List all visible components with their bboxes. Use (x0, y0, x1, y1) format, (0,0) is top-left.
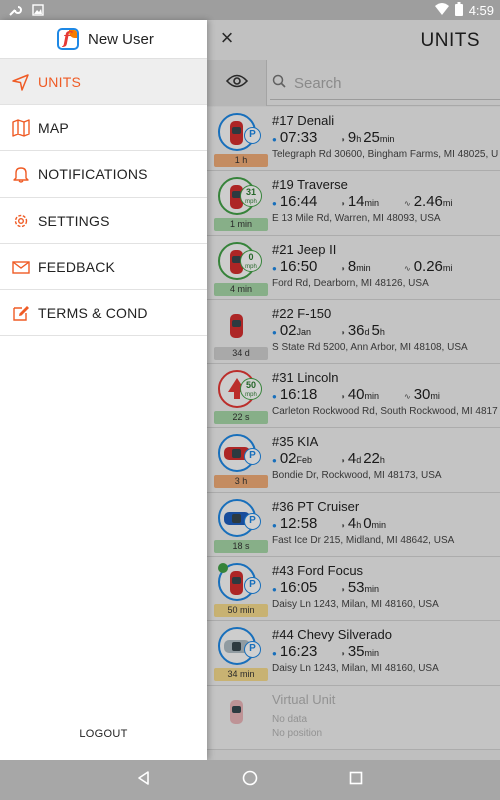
menu-item-settings[interactable]: SETTINGS (0, 198, 207, 244)
navigation-arrow-icon (12, 73, 30, 91)
app-logo: f (57, 28, 79, 50)
menu-item-label: NOTIFICATIONS (38, 166, 148, 183)
menu-item-terms[interactable]: TERMS & COND (0, 290, 207, 337)
navigation-drawer: f New User UNITS MAP NOTIFICATIONS SETTI… (0, 20, 207, 760)
home-button[interactable] (240, 770, 260, 790)
menu-item-feedback[interactable]: FEEDBACK (0, 244, 207, 290)
drawer-header: f New User (0, 20, 207, 59)
logout-button[interactable]: LOGOUT (0, 728, 207, 740)
battery-icon (454, 2, 463, 19)
recents-button[interactable] (346, 770, 366, 790)
edit-document-icon (12, 304, 30, 322)
menu-item-units[interactable]: UNITS (0, 59, 207, 106)
recents-square-icon (348, 770, 364, 791)
menu-item-notifications[interactable]: NOTIFICATIONS (0, 151, 207, 198)
menu-item-label: SETTINGS (38, 212, 110, 229)
envelope-icon (12, 258, 30, 276)
gear-icon (12, 212, 30, 230)
map-icon (12, 119, 30, 137)
drawer-scrim[interactable] (207, 20, 500, 760)
menu-item-label: TERMS & COND (38, 304, 148, 321)
home-circle-icon (242, 770, 258, 791)
drawer-menu: UNITS MAP NOTIFICATIONS SETTINGS FEEDBAC… (0, 59, 207, 337)
system-nav-bar (0, 760, 500, 800)
status-time: 4:59 (468, 3, 494, 18)
menu-item-label: UNITS (38, 74, 81, 90)
wifi-icon (434, 3, 449, 18)
back-triangle-icon (136, 770, 152, 791)
status-bar: 4:59 (0, 0, 500, 20)
menu-item-label: FEEDBACK (38, 258, 116, 275)
menu-item-map[interactable]: MAP (0, 105, 207, 152)
back-button[interactable] (134, 770, 154, 790)
menu-item-label: MAP (38, 120, 69, 137)
bell-icon (12, 165, 30, 184)
user-name: New User (88, 31, 154, 48)
